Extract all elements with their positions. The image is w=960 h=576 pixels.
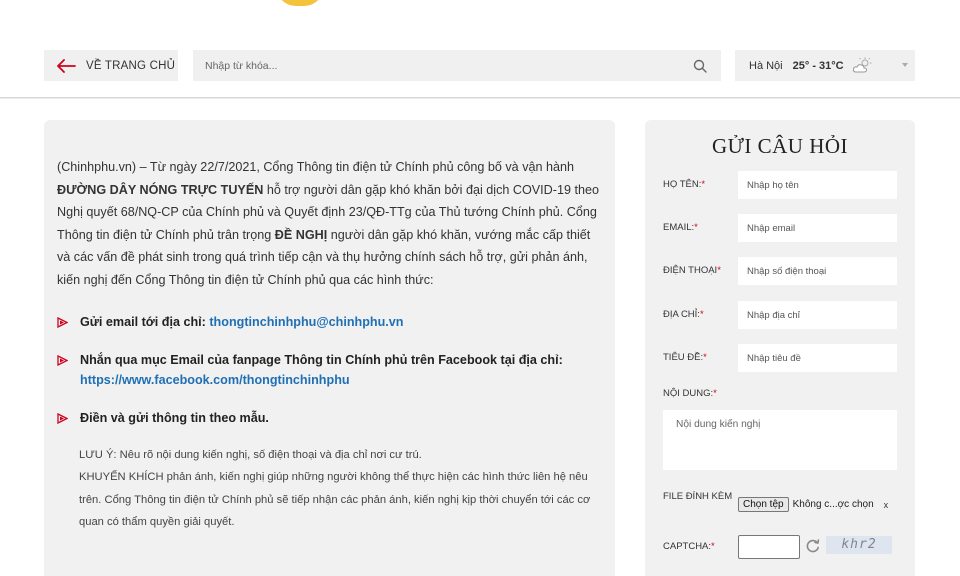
subject-field[interactable]: [738, 344, 897, 372]
content-label: NỘI DUNG:*: [663, 388, 717, 399]
content-textarea[interactable]: [663, 410, 897, 470]
phone-label: ĐIỆN THOẠI*: [663, 265, 721, 276]
top-bar: VỀ TRANG CHỦ Hà Nội 25° - 31°C: [44, 50, 915, 81]
list-item: Nhắn qua mục Email của fanpage Thông tin…: [57, 350, 603, 390]
weather-widget[interactable]: Hà Nội 25° - 31°C: [735, 50, 915, 81]
cloud-sun-icon: [852, 57, 872, 72]
arrow-left-icon: [57, 58, 76, 73]
email-link[interactable]: thongtinchinhphu@chinhphu.vn: [209, 315, 403, 329]
request-emphasis: ĐỀ NGHỊ: [274, 227, 328, 242]
name-field[interactable]: [738, 171, 897, 199]
address-field[interactable]: [738, 301, 897, 329]
choose-file-button[interactable]: Chọn tệp: [738, 497, 789, 512]
list-item-text: Điền và gửi thông tin theo mẫu.: [80, 410, 269, 425]
clear-file-button[interactable]: x: [884, 500, 889, 510]
phone-field[interactable]: [738, 257, 897, 285]
header-divider: [0, 97, 960, 99]
content-panel: (Chinhphu.vn) – Từ ngày 22/7/2021, Cổng …: [44, 120, 615, 576]
name-row: HỌ TÊN:*: [663, 171, 897, 199]
facebook-link[interactable]: https://www.facebook.com/thongtinchinhph…: [80, 373, 350, 387]
triangle-bullet-icon: [57, 316, 68, 328]
subject-row: TIÊU ĐỀ:*: [663, 344, 897, 372]
list-item: Gửi email tới địa chỉ: thongtinchinhphu@…: [57, 312, 603, 332]
triangle-bullet-icon: [57, 354, 68, 366]
triangle-bullet-icon: [57, 412, 68, 424]
file-picker: Chọn tệp Không c...ợc chọn x: [738, 497, 888, 512]
email-row: EMAIL:*: [663, 214, 897, 242]
list-item: Điền và gửi thông tin theo mẫu.: [57, 408, 603, 428]
search-icon[interactable]: [693, 59, 707, 73]
home-button-label: VỀ TRANG CHỦ: [86, 59, 176, 72]
logo[interactable]: [276, 0, 324, 6]
weather-city: Hà Nội: [749, 59, 783, 72]
intro-text: (Chinhphu.vn) – Từ ngày 22/7/2021, Cổng …: [57, 160, 575, 174]
address-row: ĐỊA CHỈ:*: [663, 301, 897, 329]
hotline-emphasis: ĐƯỜNG DÂY NÓNG TRỰC TUYẾN: [57, 182, 264, 197]
refresh-icon[interactable]: [805, 538, 821, 554]
phone-row: ĐIỆN THOẠI*: [663, 257, 897, 285]
list-item-text: Nhắn qua mục Email của fanpage Thông tin…: [80, 352, 563, 367]
chevron-down-icon[interactable]: [901, 61, 909, 69]
home-button[interactable]: VỀ TRANG CHỦ: [44, 50, 178, 81]
intro-paragraph: (Chinhphu.vn) – Từ ngày 22/7/2021, Cổng …: [57, 156, 603, 292]
note-line: LƯU Ý: Nêu rõ nội dung kiến nghị, số điệ…: [79, 448, 422, 461]
email-field[interactable]: [738, 214, 897, 242]
form-title: GỬI CÂU HỎI: [711, 134, 849, 158]
name-label: HỌ TÊN:*: [663, 179, 706, 190]
subject-label: TIÊU ĐỀ:*: [663, 352, 707, 363]
contact-methods-list: Gửi email tới địa chỉ: thongtinchinhphu@…: [57, 312, 603, 428]
file-name-text: Không c...ợc chọn: [792, 499, 874, 510]
note-block: LƯU Ý: Nêu rõ nội dung kiến nghị, số điệ…: [57, 444, 603, 534]
weather-temp: 25° - 31°C: [792, 59, 844, 72]
search-box: [193, 50, 721, 81]
question-form: GỬI CÂU HỎI HỌ TÊN:* EMAIL:* ĐIỆN THOẠI*…: [645, 120, 915, 576]
list-item-text: Gửi email tới địa chỉ:: [80, 314, 210, 329]
file-label: FILE ĐÍNH KÈM: [663, 491, 733, 502]
captcha-input[interactable]: [738, 535, 800, 559]
email-label: EMAIL:*: [663, 222, 698, 233]
note-line: KHUYẾN KHÍCH phản ánh, kiến nghị giúp nh…: [79, 471, 591, 529]
captcha-image: khr2: [826, 536, 892, 554]
search-input[interactable]: [193, 50, 693, 81]
address-label: ĐỊA CHỈ:*: [663, 309, 704, 320]
captcha-label: CAPTCHA:*: [663, 541, 715, 552]
